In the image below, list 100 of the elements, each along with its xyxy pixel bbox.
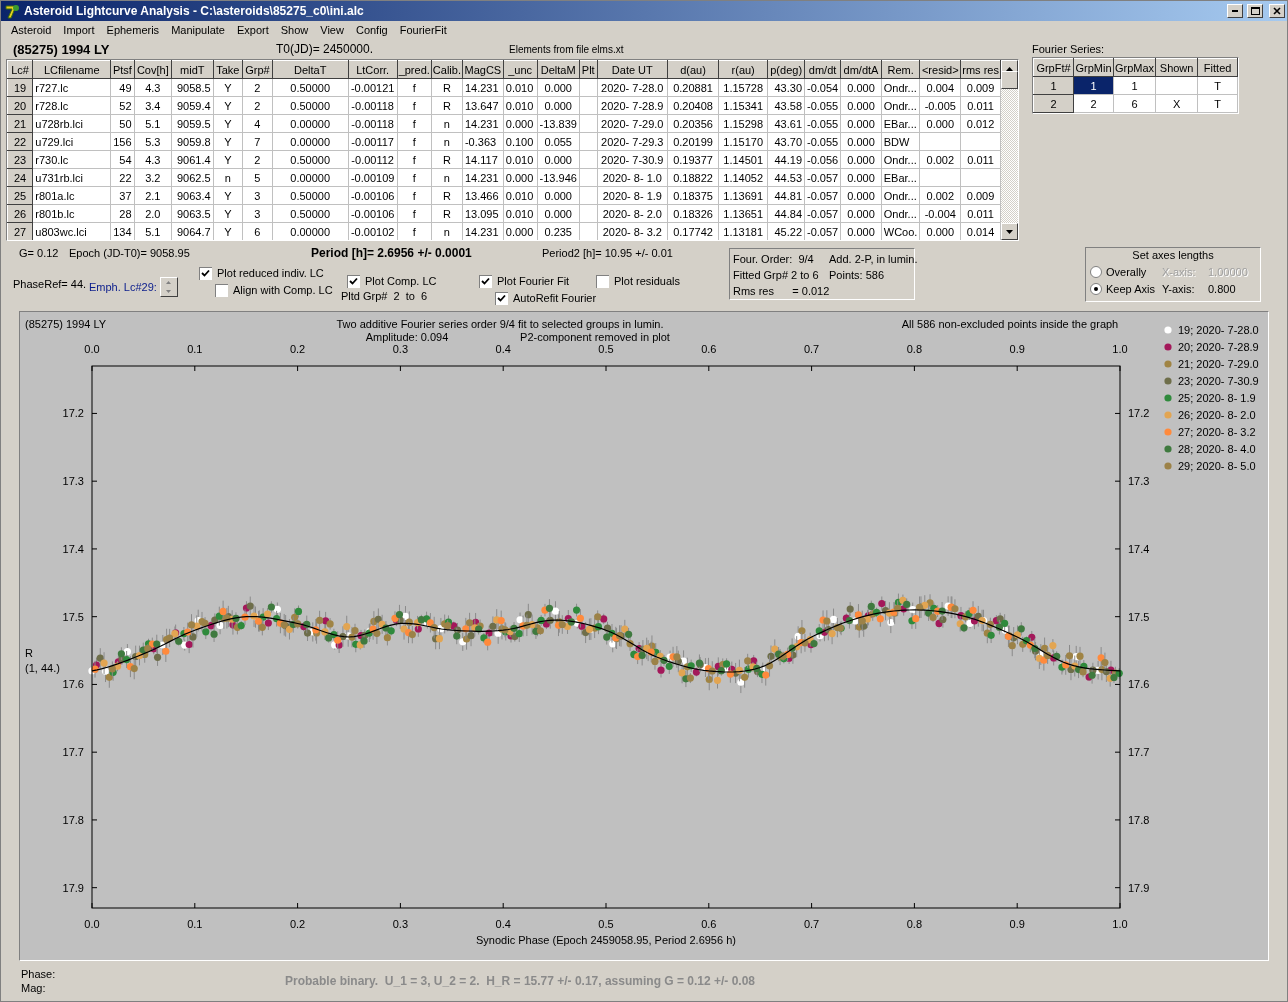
y-tick-label: 17.6 (62, 678, 84, 691)
y-tick-label: 17.7 (1128, 746, 1150, 759)
column-header[interactable]: rms res (960, 60, 1001, 79)
column-header[interactable]: MagCS (462, 60, 504, 79)
scroll-bar[interactable] (1001, 60, 1018, 240)
checkbox[interactable]: Plot reduced indiv. LC (199, 265, 324, 281)
x-tick-label: 0.9 (1009, 343, 1025, 355)
legend-label: 25; 2020- 8- 1.9 (1178, 392, 1256, 404)
x-tick-label: 0.2 (289, 918, 306, 930)
column-header[interactable]: LtCorr. (348, 60, 398, 79)
legend-label: 26; 2020- 8- 2.0 (1178, 409, 1256, 421)
column-header[interactable]: d(au) (667, 60, 719, 79)
menu-item[interactable]: Export (230, 24, 275, 36)
caret-down-icon (166, 290, 172, 293)
checkbox[interactable]: Plot Comp. LC (347, 273, 437, 289)
mag-label: Mag: (21, 981, 47, 995)
column-header[interactable]: LCfilename (32, 60, 111, 79)
y-tick-label: 17.4 (62, 542, 84, 555)
y-axis-sublabel: (1, 44.) (25, 662, 60, 674)
column-header[interactable]: <resid> (919, 60, 961, 79)
menu-item[interactable]: Manipulate (165, 24, 231, 36)
caret-down-icon (1006, 229, 1013, 234)
y-tick-label: 17.8 (1128, 813, 1150, 826)
close-button[interactable] (1269, 4, 1285, 18)
checkbox[interactable]: Plot Fourier Fit (479, 273, 570, 289)
x-tick-label: 1.0 (1112, 918, 1128, 930)
column-header[interactable]: dm/dtA (840, 60, 882, 79)
checkbox[interactable]: Plot residuals (596, 273, 681, 289)
axis-value: 0.800 (1208, 282, 1237, 295)
t0-text: T0(JD)= 2450000. (276, 42, 375, 56)
plotted-groups: Pltd Grp# 2 to 6 (341, 290, 461, 302)
column-header[interactable]: midT (171, 60, 214, 79)
column-header[interactable]: Ptsf (110, 60, 135, 79)
spin-button[interactable] (159, 277, 178, 297)
column-header[interactable]: Rem. (881, 60, 920, 79)
maximize-icon (1250, 7, 1260, 15)
close-icon (1273, 7, 1281, 15)
column-header[interactable]: _unc (503, 60, 538, 79)
column-header[interactable]: GrpMin (1073, 58, 1114, 77)
y-tick-label: 17.3 (1128, 475, 1150, 488)
legend-label: 27; 2020- 8- 3.2 (1178, 426, 1256, 438)
y-tick-label: 17.5 (62, 610, 84, 623)
menu-item[interactable]: FourierFit (393, 24, 453, 36)
epoch-value: Epoch (JD-T0)= 9058.95 (69, 247, 191, 259)
y-tick-label: 17.2 (1128, 407, 1150, 420)
column-header[interactable]: Date UT (597, 60, 668, 79)
legend-label: 28; 2020- 8- 4.0 (1178, 443, 1256, 455)
legend-label: 19; 2020- 7-28.0 (1178, 324, 1259, 336)
menu-item[interactable]: View (314, 24, 350, 36)
column-header[interactable]: Cov[h] (134, 60, 172, 79)
x-tick-label: 0.0 (84, 343, 100, 355)
period2-value: Period2 [h]= 10.95 +/- 0.01 (542, 247, 674, 259)
g-value: G= 0.12 (19, 247, 60, 259)
checkbox[interactable]: AutoRefit Fourier (495, 290, 597, 306)
y-tick-label: 17.7 (62, 746, 84, 759)
column-header[interactable]: Fitted (1197, 58, 1238, 77)
menu-item[interactable]: Import (57, 24, 101, 36)
x-axis-label: Synodic Phase (Epoch 2459058.95, Period 2.6956 h) (476, 934, 736, 946)
column-header[interactable]: Take (213, 60, 243, 79)
menu-item[interactable]: Config (349, 24, 394, 36)
legend-label: 21; 2020- 7-29.0 (1178, 358, 1259, 370)
x-tick-label: 0.8 (906, 918, 923, 930)
column-header[interactable]: dm/dt (804, 60, 841, 79)
y-tick-label: 17.9 (1128, 881, 1150, 894)
axes-title: Set axes lengths (1132, 248, 1214, 263)
fit-info-text: Four. Order: 9/4 (733, 253, 815, 265)
y-tick-label: 17.6 (1128, 678, 1150, 691)
scroll-thumb[interactable] (1001, 71, 1018, 89)
x-tick-label: 0.6 (701, 343, 717, 355)
menu-item[interactable]: Asteroid (5, 24, 58, 36)
column-header[interactable]: GrpMax (1113, 58, 1156, 77)
checkbox[interactable]: Align with Comp. LC (215, 282, 333, 298)
column-header[interactable]: r(au) (718, 60, 768, 79)
column-header[interactable]: _pred. (397, 60, 432, 79)
chart-title: Two additive Fourier series order 9/4 fit to selected groups in lumin. (336, 318, 664, 330)
y-tick-label: 17.3 (62, 475, 84, 488)
column-header[interactable]: Lc# (7, 60, 33, 79)
fit-info-text: Points: 586 (829, 269, 886, 281)
caret-up-icon (166, 281, 172, 284)
period-value: Period [h]= 2.6956 +/- 0.0001 (311, 246, 473, 260)
radio-button[interactable]: Keep Axis (1090, 280, 1162, 297)
column-header[interactable]: Calib. (431, 60, 463, 79)
column-header[interactable]: p(deg) (767, 60, 805, 79)
column-header[interactable]: Grp# (242, 60, 273, 79)
minimize-icon (1232, 10, 1238, 12)
plot-note: P2-component removed in plot (520, 331, 670, 343)
maximize-button[interactable] (1247, 4, 1263, 18)
result-text: Probable binary. U_1 = 3, U_2 = 2. H_R = 15.77 +/- 0.17, assuming G = 0.12 +/- 0.08 (285, 974, 755, 988)
column-header[interactable]: Shown (1155, 58, 1198, 77)
minimize-button[interactable] (1227, 4, 1243, 18)
x-tick-label: 0.3 (392, 918, 409, 930)
column-header[interactable]: DeltaT (272, 60, 349, 79)
menu-item[interactable]: Ephemeris (100, 24, 166, 36)
x-tick-label: 0.9 (1009, 918, 1025, 930)
column-header[interactable]: GrpFt# (1033, 58, 1074, 77)
menu-item[interactable]: Show (274, 24, 315, 36)
x-tick-label: 0.6 (701, 918, 717, 930)
column-header[interactable]: DeltaM (537, 60, 580, 79)
points-note: All 586 non-excluded points inside the graph (901, 318, 1119, 330)
x-tick-label: 0.2 (289, 343, 306, 355)
